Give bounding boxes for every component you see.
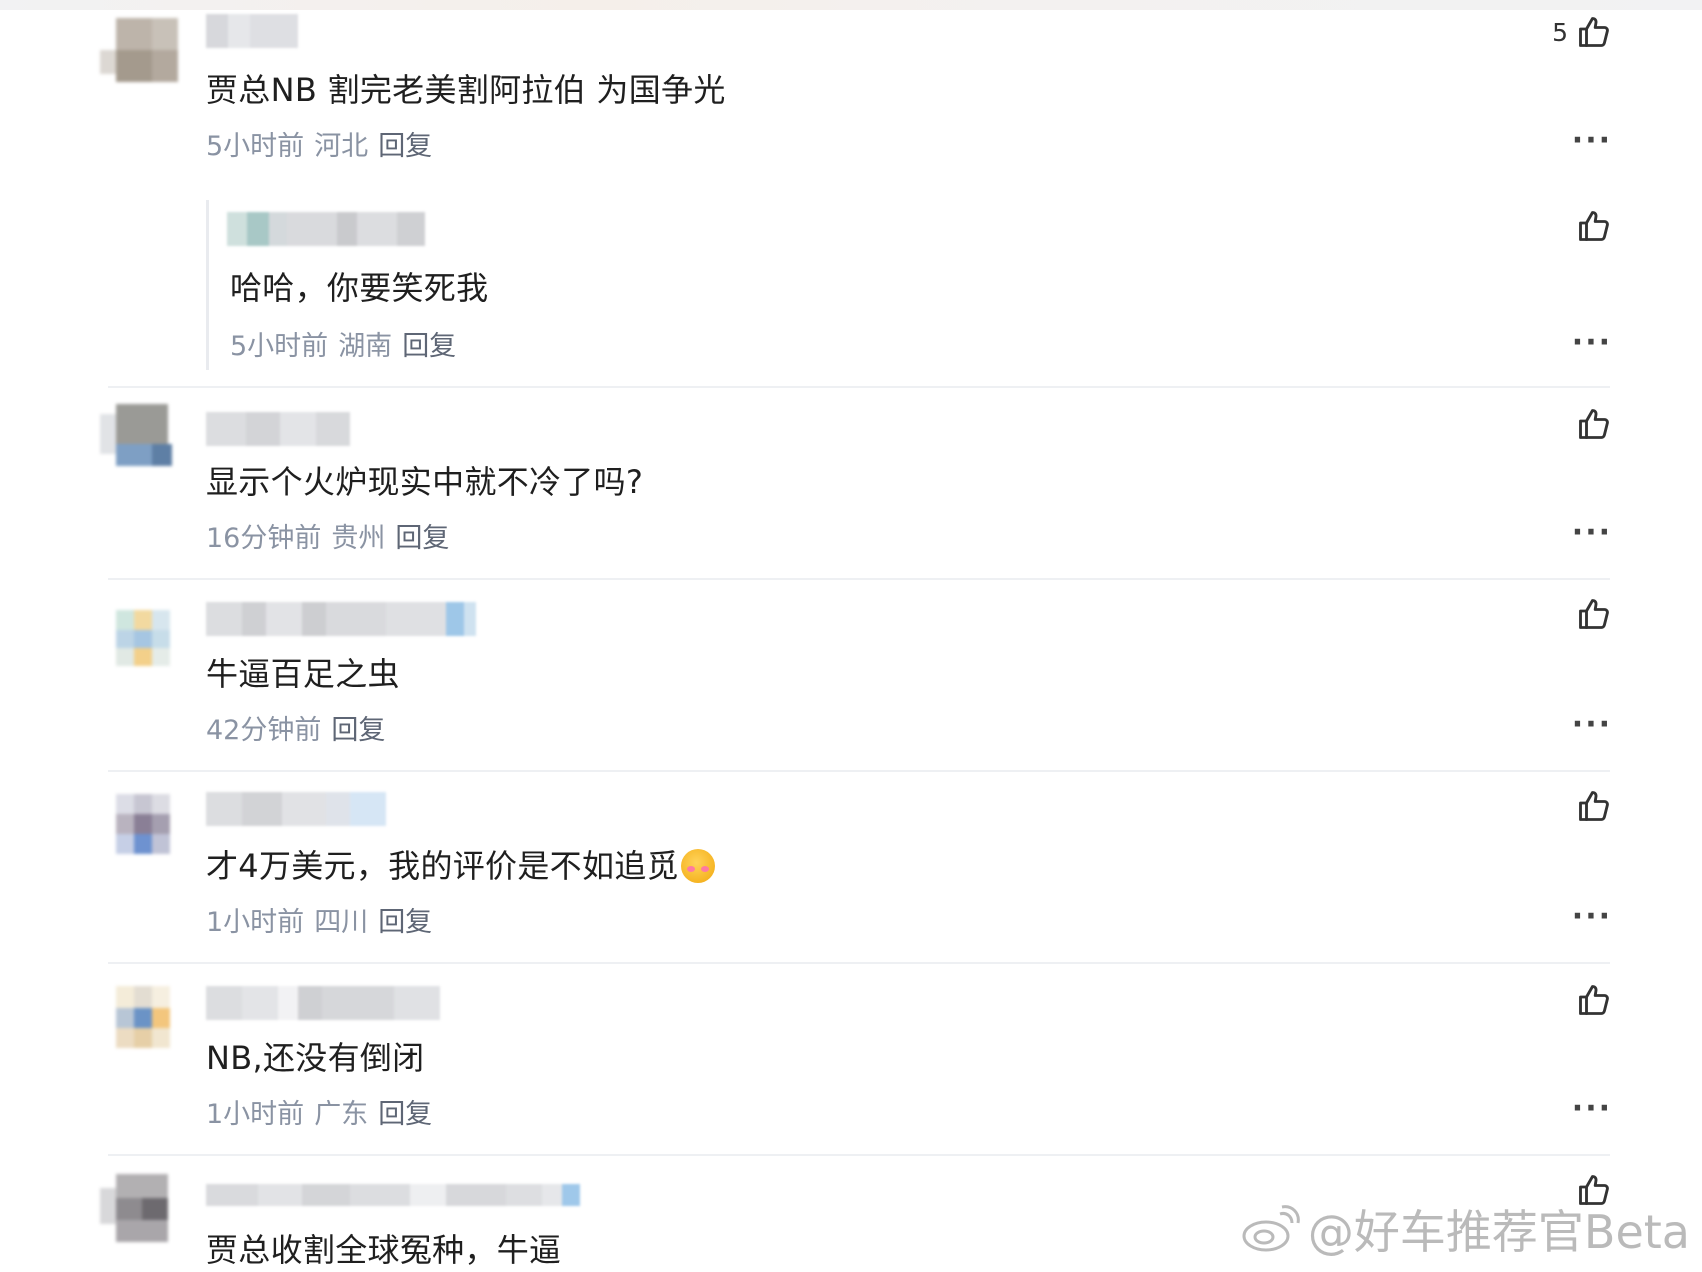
divider [108, 962, 1610, 964]
avatar[interactable] [100, 1174, 190, 1264]
more-dots-icon[interactable]: ··· [1572, 518, 1612, 548]
comment-time: 1小时前 [206, 907, 305, 938]
comment-thread: 5 贾总NB 割完老美割阿拉伯 为国争光 5小时前 河北 回复 ··· 哈哈，你要笑… [0, 0, 1702, 1272]
thumbs-up-icon [1579, 211, 1609, 241]
comment-location: 贵州 [331, 523, 386, 554]
comment-location: 四川 [314, 907, 369, 938]
comment-time: 5小时前 [206, 131, 305, 162]
thumbs-up-icon [1579, 17, 1609, 47]
username-blurred[interactable] [206, 602, 476, 636]
comment-text: NB,还没有倒闭 [206, 1039, 425, 1077]
comment-meta: 1小时前 四川 回复 [206, 906, 442, 940]
reply-button[interactable]: 回复 [378, 131, 432, 162]
avatar[interactable] [100, 784, 190, 874]
like-button[interactable]: 5 [1552, 12, 1612, 52]
comment-text: 贾总NB 割完老美割阿拉伯 为国争光 [206, 71, 726, 109]
comment-meta: 16分钟前 贵州 回复 [206, 522, 459, 556]
username-blurred[interactable] [206, 412, 350, 446]
comment-text: 贾总收割全球冤种，牛逼 [206, 1231, 562, 1269]
comment-meta: 1小时前 广东 回复 [206, 1098, 442, 1132]
like-button[interactable] [1576, 786, 1612, 826]
divider [108, 386, 1610, 388]
divider [108, 1154, 1610, 1156]
reply-button[interactable]: 回复 [331, 715, 385, 746]
comment-time: 1小时前 [206, 1099, 305, 1130]
reply-button[interactable]: 回复 [378, 1099, 432, 1130]
avatar[interactable] [100, 12, 190, 102]
weibo-logo-icon [1242, 1205, 1300, 1252]
comment-location: 河北 [314, 131, 369, 162]
thumbs-up-icon [1579, 599, 1609, 629]
avatar[interactable] [100, 986, 190, 1076]
more-dots-icon[interactable]: ··· [1572, 902, 1612, 932]
like-button[interactable] [1576, 980, 1612, 1020]
username-blurred[interactable] [206, 792, 386, 826]
more-dots-icon[interactable]: ··· [1572, 1094, 1612, 1124]
avatar[interactable] [100, 404, 190, 494]
reply-button[interactable]: 回复 [395, 523, 449, 554]
avatar[interactable] [100, 592, 190, 682]
comment-text: 牛逼百足之虫 [206, 655, 400, 693]
reply-time: 5小时前 [230, 331, 329, 362]
reply-meta: 5小时前 湖南 回复 [230, 330, 466, 364]
reply-thread: 哈哈，你要笑死我 5小时前 湖南 回复 [206, 200, 1607, 370]
reply-location: 湖南 [338, 331, 393, 362]
username-blurred[interactable] [227, 212, 425, 246]
reply-text: 哈哈，你要笑死我 [230, 269, 489, 307]
reply-button[interactable]: 回复 [378, 907, 432, 938]
like-count: 5 [1552, 17, 1568, 47]
reply-button[interactable]: 回复 [402, 331, 456, 362]
username-blurred[interactable] [206, 986, 440, 1020]
thumbs-up-icon [1579, 985, 1609, 1015]
like-button[interactable] [1576, 594, 1612, 634]
thumbs-up-icon [1579, 791, 1609, 821]
comment-text: 才4万美元，我的评价是不如追觅 [206, 846, 715, 886]
comment-text: 显示个火炉现实中就不冷了吗? [206, 463, 644, 501]
comment-meta: 5小时前 河北 回复 [206, 130, 442, 164]
more-dots-icon[interactable]: ··· [1572, 126, 1612, 156]
watermark: @好车推荐官Beta [1240, 1196, 1690, 1262]
comment-time: 42分钟前 [206, 715, 322, 746]
like-button[interactable] [1576, 404, 1612, 444]
comment-time: 16分钟前 [206, 523, 322, 554]
divider [108, 578, 1610, 580]
divider [108, 770, 1610, 772]
username-blurred[interactable] [206, 1184, 602, 1206]
face-holding-back-tears-icon [680, 849, 715, 883]
comment-meta: 42分钟前 回复 [206, 714, 395, 748]
comment-text-content: 才4万美元，我的评价是不如追觅 [206, 847, 679, 885]
like-button[interactable] [1576, 206, 1612, 246]
watermark-text: @好车推荐官Beta [1307, 1205, 1690, 1259]
thumbs-up-icon [1579, 409, 1609, 439]
more-dots-icon[interactable]: ··· [1572, 328, 1612, 358]
more-dots-icon[interactable]: ··· [1572, 710, 1612, 740]
comment-location: 广东 [314, 1099, 369, 1130]
username-blurred[interactable] [206, 14, 298, 48]
